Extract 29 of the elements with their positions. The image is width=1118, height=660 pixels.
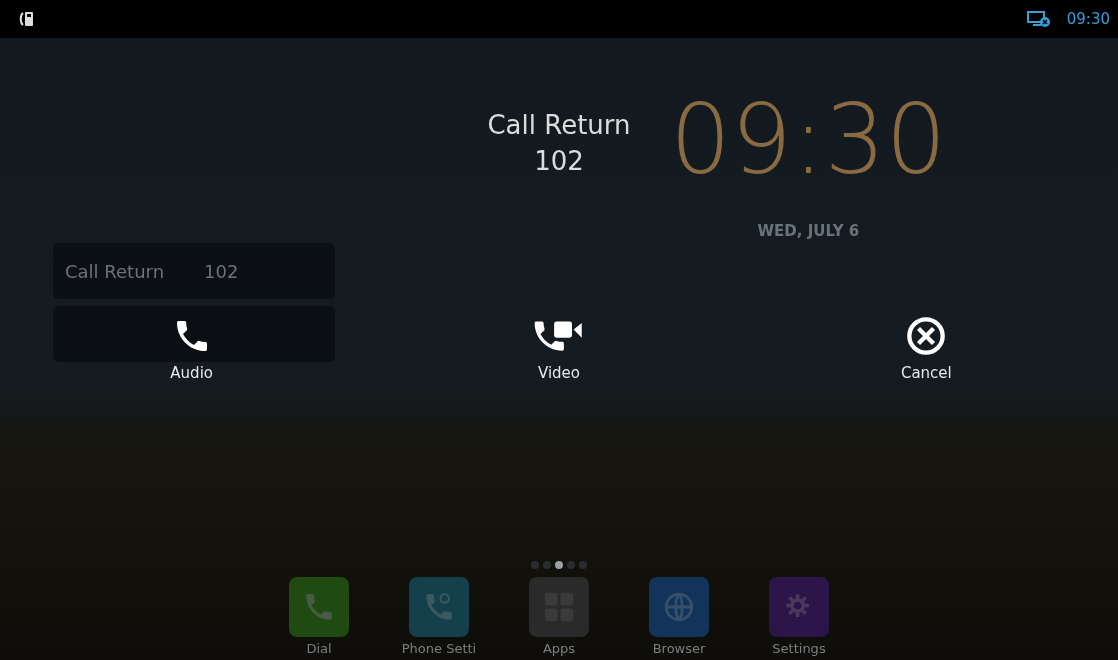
app-icon[interactable]: [289, 577, 349, 637]
app-icon[interactable]: [649, 577, 709, 637]
app-icon[interactable]: [409, 577, 469, 637]
page-dot[interactable]: [543, 561, 551, 569]
status-time: 09:30: [1066, 10, 1110, 28]
app-icon[interactable]: [529, 577, 589, 637]
app-label: Settings: [772, 641, 826, 656]
app-icon[interactable]: [769, 577, 829, 637]
widget-label: Call Return: [65, 260, 165, 282]
app-label: Phone Setti: [401, 641, 477, 656]
dialog-title: Call Return: [487, 110, 631, 140]
audio-call-button[interactable]: Audio: [166, 312, 217, 386]
cancel-call-button[interactable]: Cancel: [896, 312, 956, 386]
app-label: Dial: [306, 641, 332, 656]
video-call-button[interactable]: Video: [529, 312, 589, 386]
phone-status-icon: [18, 11, 36, 27]
page-dot[interactable]: [555, 561, 563, 569]
globe-icon: [662, 590, 696, 624]
home-clock: 09:30: [670, 88, 947, 194]
page-dot[interactable]: [567, 561, 575, 569]
app-label: Apps: [542, 641, 576, 656]
cancel-icon: [906, 316, 947, 356]
app-label: Browser: [652, 641, 706, 656]
page-dot[interactable]: [579, 561, 587, 569]
page-dot[interactable]: [531, 561, 539, 569]
home-date: WED, JULY 6: [757, 221, 860, 240]
call-return-widget[interactable]: Call Return 102: [53, 243, 335, 299]
dialog-number: 102: [534, 146, 584, 176]
widget-number: 102: [204, 260, 239, 282]
